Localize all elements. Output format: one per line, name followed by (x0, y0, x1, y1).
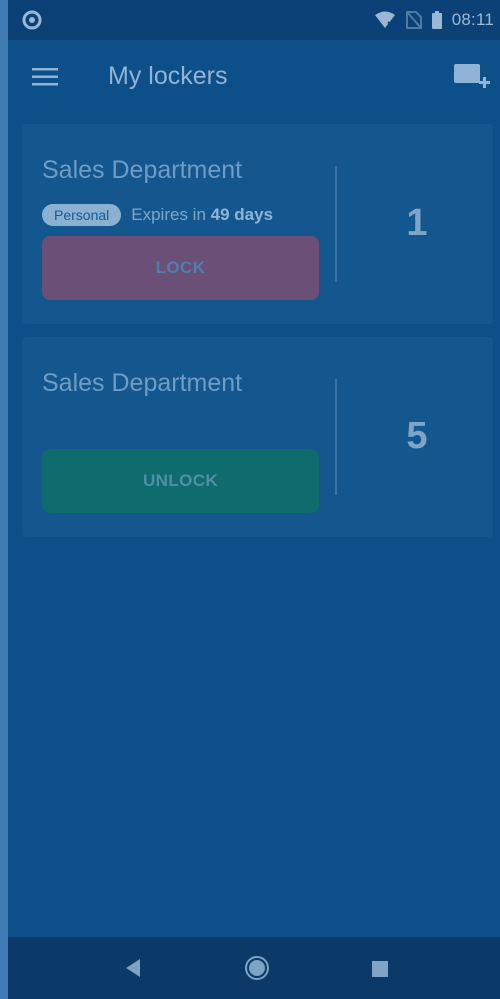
home-icon[interactable] (244, 955, 270, 981)
locker-number: 1 (406, 202, 428, 244)
phone-screen: 08:11 My lockers Sales Department Person… (8, 0, 500, 999)
locker-card[interactable]: Sales Department UNLOCK 5 (22, 337, 493, 537)
personal-badge: Personal (42, 204, 122, 226)
back-icon[interactable] (122, 957, 142, 979)
unlock-button[interactable]: UNLOCK (42, 449, 319, 513)
status-bar: 08:11 (8, 0, 500, 40)
card-divider (335, 166, 337, 282)
menu-icon[interactable] (32, 66, 60, 88)
status-time: 08:11 (451, 10, 494, 29)
card-divider (335, 379, 337, 495)
lock-button[interactable]: LOCK (42, 236, 319, 300)
app-logo-icon (22, 10, 42, 30)
recents-icon[interactable] (372, 961, 388, 977)
wifi-off-icon (374, 11, 395, 28)
locker-name: Sales Department (42, 156, 243, 184)
locker-meta: Personal Expires in 49 days (42, 204, 273, 226)
expires-prefix: Expires in (131, 205, 206, 224)
expires-value: 49 days (210, 205, 274, 224)
locker-number: 5 (406, 415, 428, 457)
battery-icon (431, 11, 442, 29)
locker-name: Sales Department (42, 369, 243, 397)
app-bar: My lockers (8, 40, 500, 116)
locker-card[interactable]: Sales Department Personal Expires in 49 … (22, 124, 493, 324)
expires-text: Expires in 49 days (131, 205, 273, 225)
page-title: My lockers (108, 62, 228, 90)
navigation-bar (8, 937, 500, 999)
no-sim-icon (405, 11, 422, 29)
add-locker-icon[interactable] (452, 60, 492, 94)
